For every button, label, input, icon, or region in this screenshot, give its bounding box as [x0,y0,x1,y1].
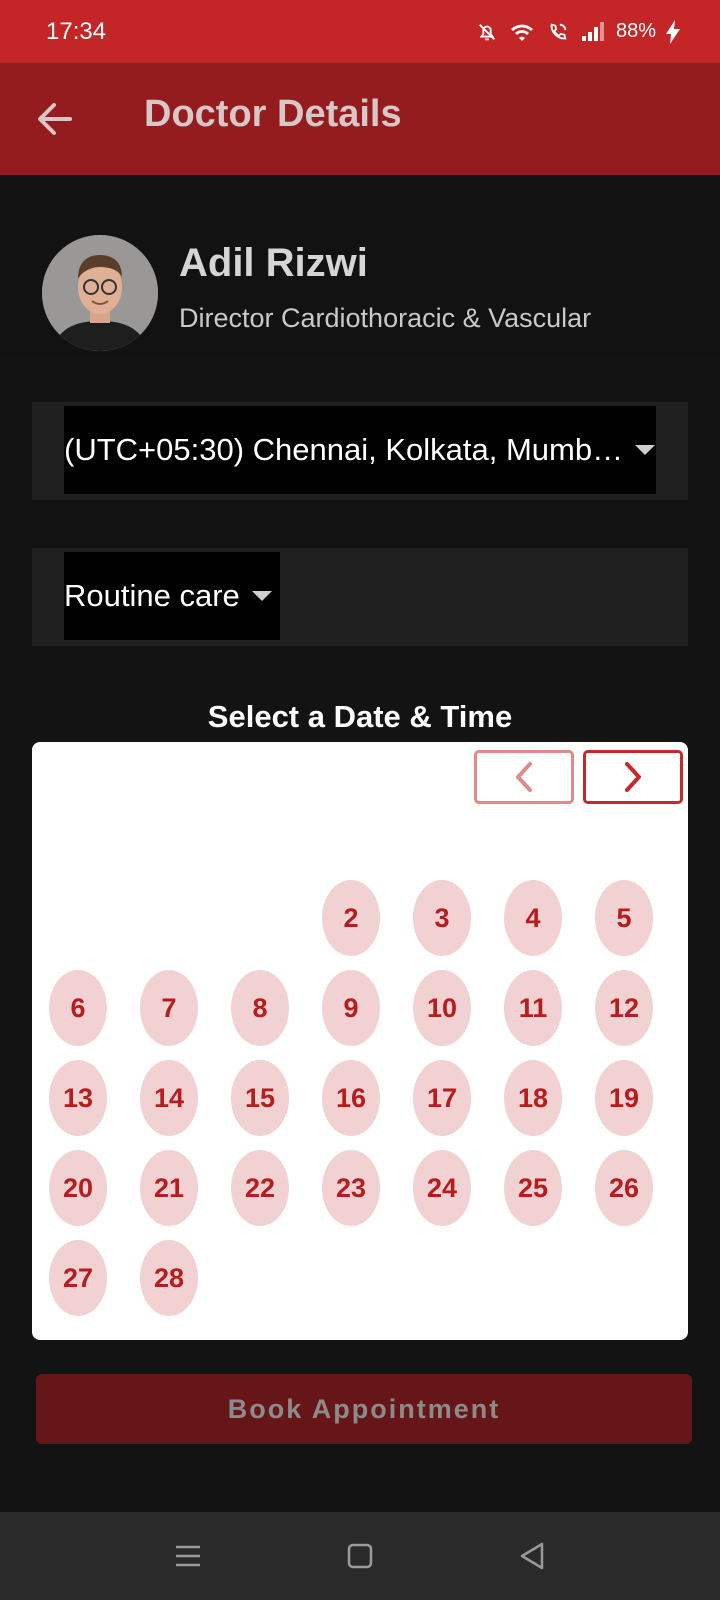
status-time: 17:34 [46,17,107,45]
chevron-down-icon [251,591,272,601]
calendar-day[interactable]: 8 [231,970,289,1046]
app-bar: Doctor Details [0,63,720,175]
calendar-day[interactable]: 16 [322,1060,380,1136]
calendar-day[interactable]: 20 [49,1150,107,1226]
calendar-day[interactable]: 18 [504,1060,562,1136]
calendar-day[interactable]: 21 [140,1150,198,1226]
calendar-day[interactable]: 9 [322,970,380,1046]
doctor-title: Director Cardiothoracic & Vascular [179,303,592,333]
calendar-heading: Select a Date & Time [207,699,513,734]
wifi-icon [508,21,536,43]
signal-icon [580,21,606,43]
chevron-down-icon [635,445,656,455]
calendar-day[interactable]: 7 [140,970,198,1046]
status-icons: 88% [476,19,680,44]
home-icon[interactable] [342,1538,378,1574]
calendar-day[interactable]: 6 [49,970,107,1046]
calendar-day[interactable]: 19 [595,1060,653,1136]
calendar-day[interactable]: 13 [49,1060,107,1136]
chevron-left-icon [516,762,532,792]
status-bar: 17:34 88% [0,0,720,63]
doctor-name: Adil Rizwi [179,241,368,285]
next-month-button[interactable] [583,750,683,804]
arrow-left-icon [38,103,72,135]
calendar-day[interactable]: 25 [504,1150,562,1226]
calendar-day[interactable]: 27 [49,1240,107,1316]
calendar-day[interactable]: 12 [595,970,653,1046]
calendar-day[interactable]: 5 [595,880,653,956]
wifi-call-icon [546,21,570,43]
calendar-day[interactable]: 2 [322,880,380,956]
calendar: 2 3 4 5 6 7 8 9 10 11 12 13 14 15 16 17 18 19 20 21 22 23 24 25… [32,742,688,1340]
timezone-selected-text: (UTC+05:30) Chennai, Kolkata, Mumb… [64,432,624,467]
calendar-day[interactable]: 3 [413,880,471,956]
bell-muted-icon [476,21,498,43]
battery-text: 88% [615,20,656,42]
calendar-day[interactable]: 24 [413,1150,471,1226]
calendar-day[interactable]: 26 [595,1150,653,1226]
chevron-right-icon [625,762,641,792]
calendar-day[interactable]: 14 [140,1060,198,1136]
calendar-day[interactable]: 28 [140,1240,198,1316]
timezone-select[interactable]: (UTC+05:30) Chennai, Kolkata, Mumb… [64,406,656,494]
care-type-selected-text: Routine care [64,578,240,613]
care-type-field: Routine care [32,548,688,646]
back-triangle-icon[interactable] [514,1538,550,1574]
system-nav-bar [0,1512,720,1600]
charging-bolt-icon [666,19,680,44]
care-type-select[interactable]: Routine care [64,552,280,640]
avatar [42,235,158,351]
timezone-field: (UTC+05:30) Chennai, Kolkata, Mumb… [32,402,688,500]
calendar-day[interactable]: 22 [231,1150,289,1226]
back-button[interactable] [34,97,78,141]
calendar-day[interactable]: 15 [231,1060,289,1136]
calendar-day[interactable]: 11 [504,970,562,1046]
prev-month-button[interactable] [474,750,574,804]
menu-icon[interactable] [170,1538,206,1574]
book-appointment-button[interactable]: Book Appointment [36,1374,692,1444]
calendar-day[interactable]: 23 [322,1150,380,1226]
calendar-day[interactable]: 17 [413,1060,471,1136]
page-title: Doctor Details [144,93,402,135]
calendar-day[interactable]: 4 [504,880,562,956]
calendar-day[interactable]: 10 [413,970,471,1046]
doctor-card: Adil Rizwi Director Cardiothoracic & Vas… [0,175,720,355]
